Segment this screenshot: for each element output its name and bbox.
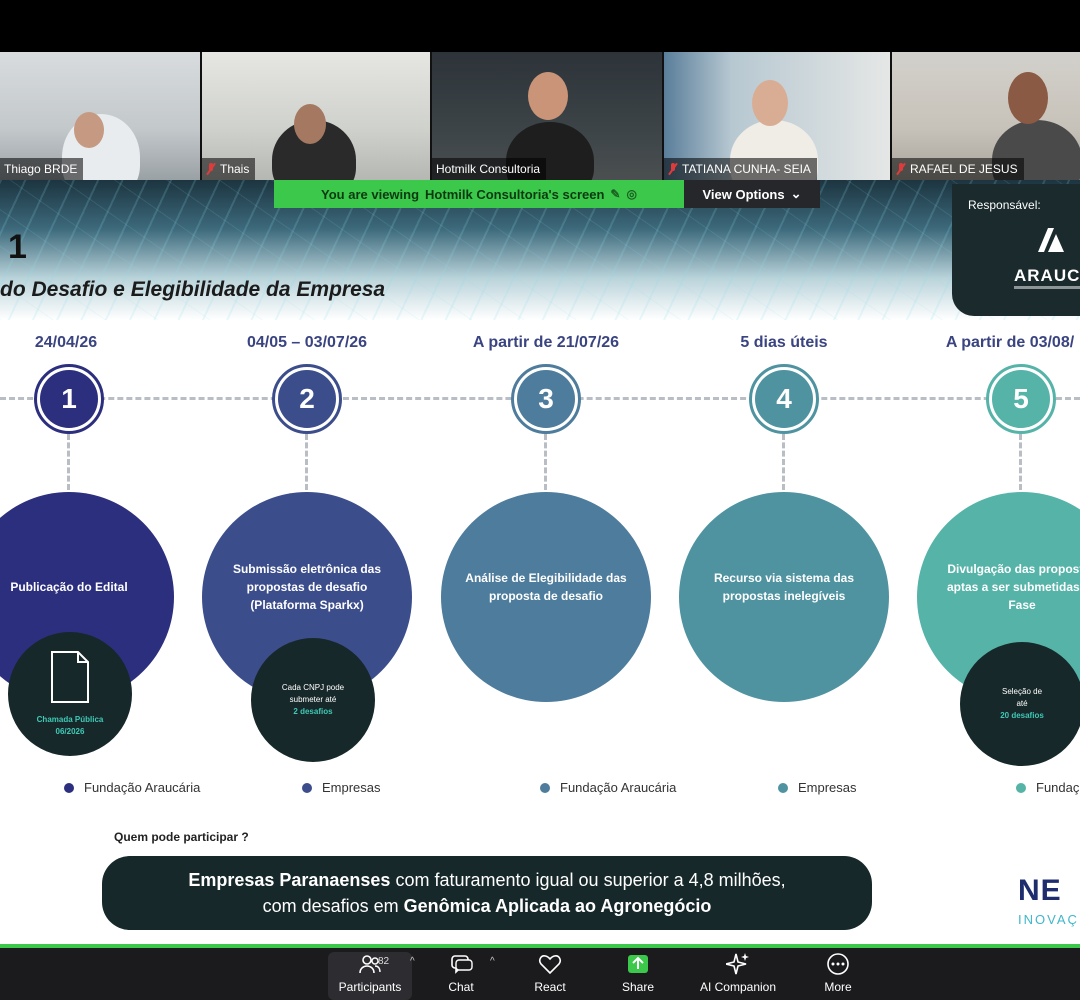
- react-button[interactable]: React: [508, 952, 592, 1000]
- participant-tile[interactable]: Thiago BRDE: [0, 52, 200, 180]
- timeline-connector: [305, 434, 308, 490]
- muted-mic-icon: [668, 162, 678, 176]
- phase-title: do Desafio e Elegibilidade da Empresa: [0, 278, 386, 301]
- participant-name: Thais: [202, 158, 256, 180]
- step-detail-circle: Chamada Pública 06/2026: [8, 632, 132, 756]
- step-date: 04/05 – 03/07/26: [246, 334, 368, 351]
- step-node: 3: [511, 364, 581, 434]
- responsible-label: Responsável:: [968, 198, 1041, 212]
- viewing-banner: You are viewing Hotmilk Consultoria's sc…: [274, 180, 684, 208]
- step-detail-circle: Cada CNPJ pode submeter até 2 desafios: [251, 638, 375, 762]
- participant-name: RAFAEL DE JESUS: [892, 158, 1024, 180]
- participant-tile[interactable]: RAFAEL DE JESUS: [892, 52, 1080, 180]
- step-node: 1: [34, 364, 104, 434]
- step-actor: Fundaç: [1016, 780, 1079, 795]
- eligibility-box: Empresas Paranaenses com faturamento igu…: [102, 856, 872, 930]
- presenter-name: Hotmilk Consultoria's screen: [425, 186, 605, 202]
- muted-mic-icon: [206, 162, 216, 176]
- share-icon: [628, 955, 648, 973]
- chevron-up-icon[interactable]: ^: [490, 956, 495, 967]
- phase-number: 1: [8, 228, 27, 266]
- document-icon: [51, 651, 89, 703]
- timeline-connector: [782, 434, 785, 490]
- step-date: A partir de 03/08/: [945, 334, 1075, 351]
- step-actor: Empresas: [302, 780, 381, 795]
- chevron-up-icon[interactable]: ^: [410, 956, 415, 967]
- step-detail-circle: Seleção de até 20 desafios: [960, 642, 1080, 766]
- responsible-panel: Responsável: ARAUC: [952, 184, 1080, 316]
- participant-tile[interactable]: TATIANA CUNHA- SEIA: [664, 52, 890, 180]
- logo-underline: [1014, 286, 1080, 289]
- meeting-toolbar: 82 Participants ^ Chat ^ React Share AI …: [0, 948, 1080, 1000]
- responsible-logo-text: ARAUC: [1014, 266, 1080, 285]
- participants-button[interactable]: 82 Participants: [328, 952, 412, 1000]
- step-date: 24/04/26: [34, 334, 98, 351]
- araucaria-logo-icon: [1038, 228, 1064, 252]
- step-circle: Recurso via sistema das propostas ineleg…: [679, 492, 889, 702]
- timeline-connector: [67, 434, 70, 490]
- more-button[interactable]: More: [796, 952, 880, 1000]
- participant-name: Hotmilk Consultoria: [432, 158, 547, 180]
- nex-logo: NE: [1018, 874, 1062, 907]
- participant-strip: Thiago BRDE Thais Hotmilk Consultoria TA…: [0, 52, 1080, 180]
- step-circle: Análise de Elegibilidade das proposta de…: [441, 492, 651, 702]
- timeline-connector: [544, 434, 547, 490]
- step-actor: Fundação Araucária: [540, 780, 676, 795]
- participant-name: Thiago BRDE: [0, 158, 84, 180]
- participant-tile-active-speaker[interactable]: Hotmilk Consultoria: [432, 52, 662, 180]
- annotate-icon[interactable]: ✎: [610, 187, 620, 201]
- chat-icon: [451, 955, 473, 974]
- step-date: 5 dias úteis: [740, 334, 828, 351]
- nex-logo-subtitle: INOVAÇ: [1018, 912, 1079, 927]
- step-node: 5: [986, 364, 1056, 434]
- ai-companion-button[interactable]: AI Companion: [696, 952, 780, 1000]
- participant-name: TATIANA CUNHA- SEIA: [664, 158, 817, 180]
- heart-icon: [539, 955, 561, 975]
- step-actor: Fundação Araucária: [64, 780, 200, 795]
- participant-tile[interactable]: Thais: [202, 52, 430, 180]
- step-actor: Empresas: [778, 780, 857, 795]
- more-icon: [827, 953, 849, 975]
- share-button[interactable]: Share: [596, 952, 680, 1000]
- participants-count: 82: [378, 956, 390, 967]
- step-date: A partir de 21/07/26: [472, 334, 620, 351]
- who-can-participate-label: Quem pode participar ?: [114, 830, 249, 844]
- chevron-down-icon: ⌄: [790, 186, 802, 201]
- timeline-connector: [1019, 434, 1022, 490]
- sparkle-icon: [726, 953, 749, 975]
- status-icon: ◎: [626, 187, 637, 201]
- zoom-meeting-window: Thiago BRDE Thais Hotmilk Consultoria TA…: [0, 0, 1080, 1000]
- viewing-text: You are viewing: [321, 186, 420, 202]
- step-node: 2: [272, 364, 342, 434]
- step-node: 4: [749, 364, 819, 434]
- shared-screen: 1 do Desafio e Elegibilidade da Empresa …: [0, 180, 1080, 946]
- muted-mic-icon: [896, 162, 906, 176]
- view-options-button[interactable]: View Options ⌄: [684, 180, 820, 208]
